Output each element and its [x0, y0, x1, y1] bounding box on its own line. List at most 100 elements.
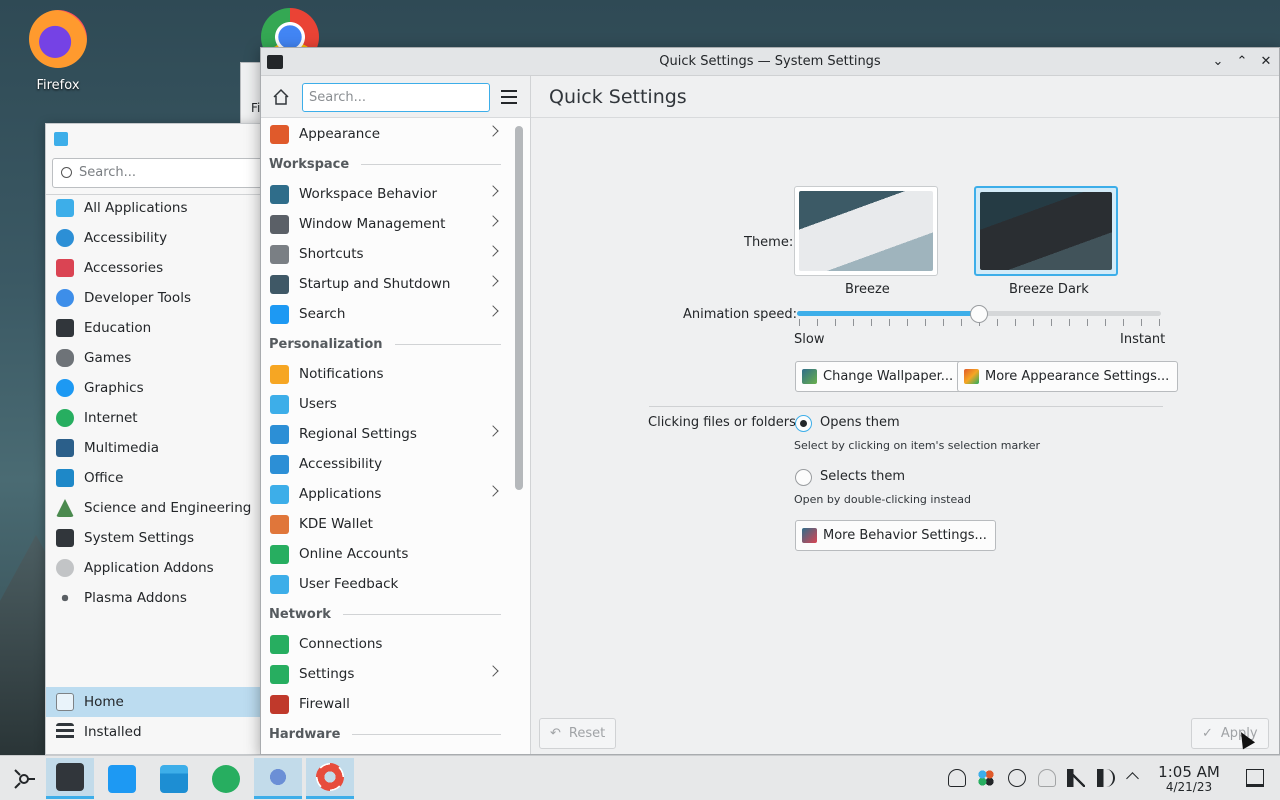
- category-games[interactable]: Games: [46, 343, 260, 373]
- application-launcher-button[interactable]: [0, 758, 48, 799]
- opens-them-hint: Select by clicking on item's selection m…: [794, 439, 1040, 452]
- startup-and-shutdown-icon: [270, 274, 289, 294]
- category-label: Accessories: [84, 260, 164, 276]
- category-label: Plasma Addons: [84, 590, 187, 606]
- updates-icon[interactable]: [1008, 769, 1026, 787]
- category-label: All Applications: [84, 200, 188, 216]
- show-desktop-icon[interactable]: [1246, 769, 1264, 787]
- category-developer-tools[interactable]: Developer Tools: [46, 283, 260, 313]
- desktop-icon-firefox[interactable]: Firefox: [18, 10, 98, 93]
- sidebar-item-label: Users: [299, 396, 337, 412]
- opens-them-radio[interactable]: [795, 415, 812, 432]
- maximize-button[interactable]: ⌃: [1233, 53, 1251, 71]
- theme-breeze-dark-label: Breeze Dark: [1009, 282, 1089, 297]
- activities-icon[interactable]: [977, 769, 995, 787]
- sidebar-item-label: Firewall: [299, 696, 350, 712]
- taskbar-file-manager[interactable]: [150, 758, 198, 799]
- category-system-settings[interactable]: System Settings: [46, 523, 260, 553]
- clock-time: 1:05 AM: [1158, 763, 1220, 781]
- change-wallpaper-button[interactable]: Change Wallpaper...: [795, 361, 963, 392]
- sidebar-item-online-accounts[interactable]: Online Accounts: [261, 539, 511, 569]
- sidebar-item-connections[interactable]: Connections: [261, 629, 511, 659]
- taskbar-browser[interactable]: [202, 758, 250, 799]
- category-internet[interactable]: Internet: [46, 403, 260, 433]
- category-all-applications[interactable]: All Applications: [46, 193, 260, 223]
- category-education[interactable]: Education: [46, 313, 260, 343]
- taskbar-system-settings[interactable]: [46, 758, 94, 799]
- category-label: Accessibility: [84, 230, 168, 246]
- launcher-tab-installed[interactable]: Installed: [46, 717, 260, 747]
- checkmark-icon: ✓: [1202, 726, 1213, 741]
- clock[interactable]: 1:05 AM 4/21/23: [1150, 764, 1228, 794]
- category-accessories[interactable]: Accessories: [46, 253, 260, 283]
- sidebar-item-regional-settings[interactable]: Regional Settings: [261, 419, 511, 449]
- reset-button[interactable]: ↶ Reset: [539, 718, 617, 749]
- accessibility-icon: [270, 454, 289, 474]
- mute-icon[interactable]: [1067, 769, 1085, 787]
- sidebar-item-user-feedback[interactable]: User Feedback: [261, 569, 511, 599]
- theme-breeze-dark-preview[interactable]: [974, 186, 1118, 276]
- settings-search-input[interactable]: Search...: [302, 83, 490, 112]
- chevron-right-icon: [487, 215, 499, 227]
- sidebar-item-window-management[interactable]: Window Management: [261, 209, 511, 239]
- category-office[interactable]: Office: [46, 463, 260, 493]
- selects-them-label[interactable]: Selects them: [820, 469, 905, 484]
- close-button[interactable]: ✕: [1257, 53, 1275, 71]
- apply-button[interactable]: ✓ Apply: [1191, 718, 1269, 749]
- theme-breeze-preview[interactable]: [794, 186, 938, 276]
- category-plasma-addons[interactable]: Plasma Addons: [46, 583, 260, 613]
- volume-icon[interactable]: [1097, 769, 1115, 787]
- category-label: Multimedia: [84, 440, 160, 456]
- sidebar-item-search[interactable]: Search: [261, 299, 511, 329]
- minimize-button[interactable]: ⌄: [1209, 53, 1227, 71]
- graphics-icon: [56, 379, 74, 397]
- sidebar-item-accessibility[interactable]: Accessibility: [261, 449, 511, 479]
- user-icon[interactable]: [948, 769, 966, 787]
- section-label: Network: [269, 606, 331, 622]
- category-label: Application Addons: [84, 560, 214, 576]
- launcher-tab-home[interactable]: Home: [46, 687, 260, 717]
- sidebar-item-notifications[interactable]: Notifications: [261, 359, 511, 389]
- sidebar-section-header: Network: [261, 599, 511, 629]
- developer-tools-icon: [56, 289, 74, 307]
- window-titlebar[interactable]: Quick Settings — System Settings ⌄ ⌃ ✕: [261, 48, 1279, 76]
- sidebar-item-settings[interactable]: Settings: [261, 659, 511, 689]
- sidebar-item-users[interactable]: Users: [261, 389, 511, 419]
- category-application-addons[interactable]: Application Addons: [46, 553, 260, 583]
- sidebar-item-applications[interactable]: Applications: [261, 479, 511, 509]
- chevron-right-icon: [487, 305, 499, 317]
- hamburger-menu-icon[interactable]: [501, 90, 517, 104]
- taskbar-konqueror[interactable]: [254, 758, 302, 799]
- taskbar-discover[interactable]: [98, 758, 146, 799]
- sidebar-item-appearance[interactable]: Appearance: [261, 119, 511, 149]
- animation-speed-handle[interactable]: [970, 305, 988, 323]
- more-behavior-settings-button[interactable]: More Behavior Settings...: [795, 520, 996, 551]
- network-icon[interactable]: [1038, 769, 1056, 787]
- sidebar-item-startup-and-shutdown[interactable]: Startup and Shutdown: [261, 269, 511, 299]
- home-icon[interactable]: [271, 87, 291, 107]
- category-science[interactable]: Science and Engineering: [46, 493, 260, 523]
- launcher-header: [46, 124, 260, 154]
- gamepad-icon: [56, 349, 74, 367]
- sidebar-item-kde-wallet[interactable]: KDE Wallet: [261, 509, 511, 539]
- sidebar-item-label: Workspace Behavior: [299, 186, 438, 202]
- category-graphics[interactable]: Graphics: [46, 373, 260, 403]
- sidebar-item-workspace-behavior[interactable]: Workspace Behavior: [261, 179, 511, 209]
- background-window-label: Fi: [251, 101, 261, 115]
- opens-them-label[interactable]: Opens them: [820, 415, 900, 430]
- chevron-up-icon[interactable]: [1126, 772, 1139, 785]
- slider-min-label: Slow: [794, 332, 825, 347]
- sidebar-item-label: User Feedback: [299, 576, 399, 592]
- sidebar-item-shortcuts[interactable]: Shortcuts: [261, 239, 511, 269]
- installed-icon: [56, 723, 74, 741]
- category-accessibility[interactable]: Accessibility: [46, 223, 260, 253]
- taskbar-help[interactable]: [306, 758, 354, 799]
- globe-icon: [56, 409, 74, 427]
- sidebar-item-label: Shortcuts: [299, 246, 364, 262]
- sidebar-scrollbar[interactable]: [515, 126, 523, 490]
- sidebar-item-firewall[interactable]: Firewall: [261, 689, 511, 719]
- more-appearance-settings-button[interactable]: More Appearance Settings...: [957, 361, 1179, 392]
- launcher-search-input[interactable]: Search...: [52, 158, 260, 188]
- selects-them-radio[interactable]: [795, 469, 812, 486]
- category-multimedia[interactable]: Multimedia: [46, 433, 260, 463]
